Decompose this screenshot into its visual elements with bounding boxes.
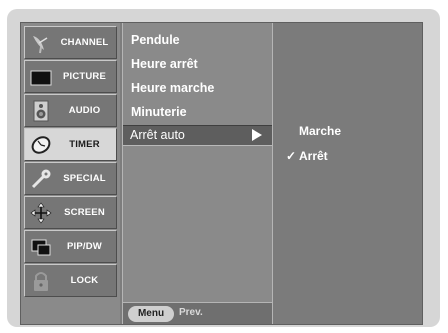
osd-menu-screen: CHANNEL PICTURE AUDIO TIMER SPECIAL SCRE… xyxy=(20,22,423,325)
clock-icon xyxy=(31,136,51,154)
sidebar-item-lock[interactable]: LOCK xyxy=(24,264,117,297)
sidebar-item-label: AUDIO xyxy=(68,105,101,116)
option-marche[interactable]: Marche xyxy=(299,124,341,138)
prev-label: Prev. xyxy=(179,307,203,318)
pip-windows-icon xyxy=(31,239,51,256)
menu-footer: Menu Prev. xyxy=(123,302,272,324)
sidebar-item-picture[interactable]: PICTURE xyxy=(24,60,117,93)
sidebar-item-label: PICTURE xyxy=(62,71,107,82)
padlock-icon xyxy=(34,272,48,291)
sidebar-item-label: SPECIAL xyxy=(63,173,106,184)
sidebar-item-audio[interactable]: AUDIO xyxy=(24,94,117,127)
menu-button[interactable]: Menu xyxy=(128,306,174,322)
sidebar-item-screen[interactable]: SCREEN xyxy=(24,196,117,229)
sidebar-item-label: SCREEN xyxy=(64,207,105,218)
move-arrows-icon xyxy=(30,202,52,224)
sidebar-item-label: LOCK xyxy=(70,275,99,286)
sidebar-item-pip-dw[interactable]: PIP/DW xyxy=(24,230,117,263)
sidebar-item-label: CHANNEL xyxy=(60,37,109,48)
menu-item-heure-marche[interactable]: Heure marche xyxy=(131,81,214,95)
sidebar-item-label: PIP/DW xyxy=(67,241,102,252)
menu-item-heure-arret[interactable]: Heure arrêt xyxy=(131,57,198,71)
sidebar-item-label: TIMER xyxy=(69,139,100,150)
submenu-arrow-icon xyxy=(252,129,262,141)
checkmark-icon: ✓ xyxy=(286,149,297,163)
speaker-icon xyxy=(33,100,49,122)
menu-item-pendule[interactable]: Pendule xyxy=(131,33,180,47)
key-icon xyxy=(31,169,51,189)
arret-auto-submenu: Marche ✓ Arrêt xyxy=(273,23,422,324)
monitor-icon xyxy=(30,70,52,86)
timer-menu: Pendule Heure arrêt Heure marche Minuter… xyxy=(122,23,273,324)
sidebar: CHANNEL PICTURE AUDIO TIMER SPECIAL SCRE… xyxy=(21,23,120,324)
menu-item-minuterie[interactable]: Minuterie xyxy=(131,105,187,119)
sidebar-item-timer[interactable]: TIMER xyxy=(24,128,117,161)
menu-item-arret-auto-label: Arrêt auto xyxy=(130,128,185,142)
option-arret[interactable]: Arrêt xyxy=(299,149,328,163)
sidebar-item-channel[interactable]: CHANNEL xyxy=(24,26,117,59)
sidebar-item-special[interactable]: SPECIAL xyxy=(24,162,117,195)
satellite-dish-icon xyxy=(33,36,48,54)
menu-item-arret-auto-selected[interactable]: Arrêt auto xyxy=(123,125,272,146)
